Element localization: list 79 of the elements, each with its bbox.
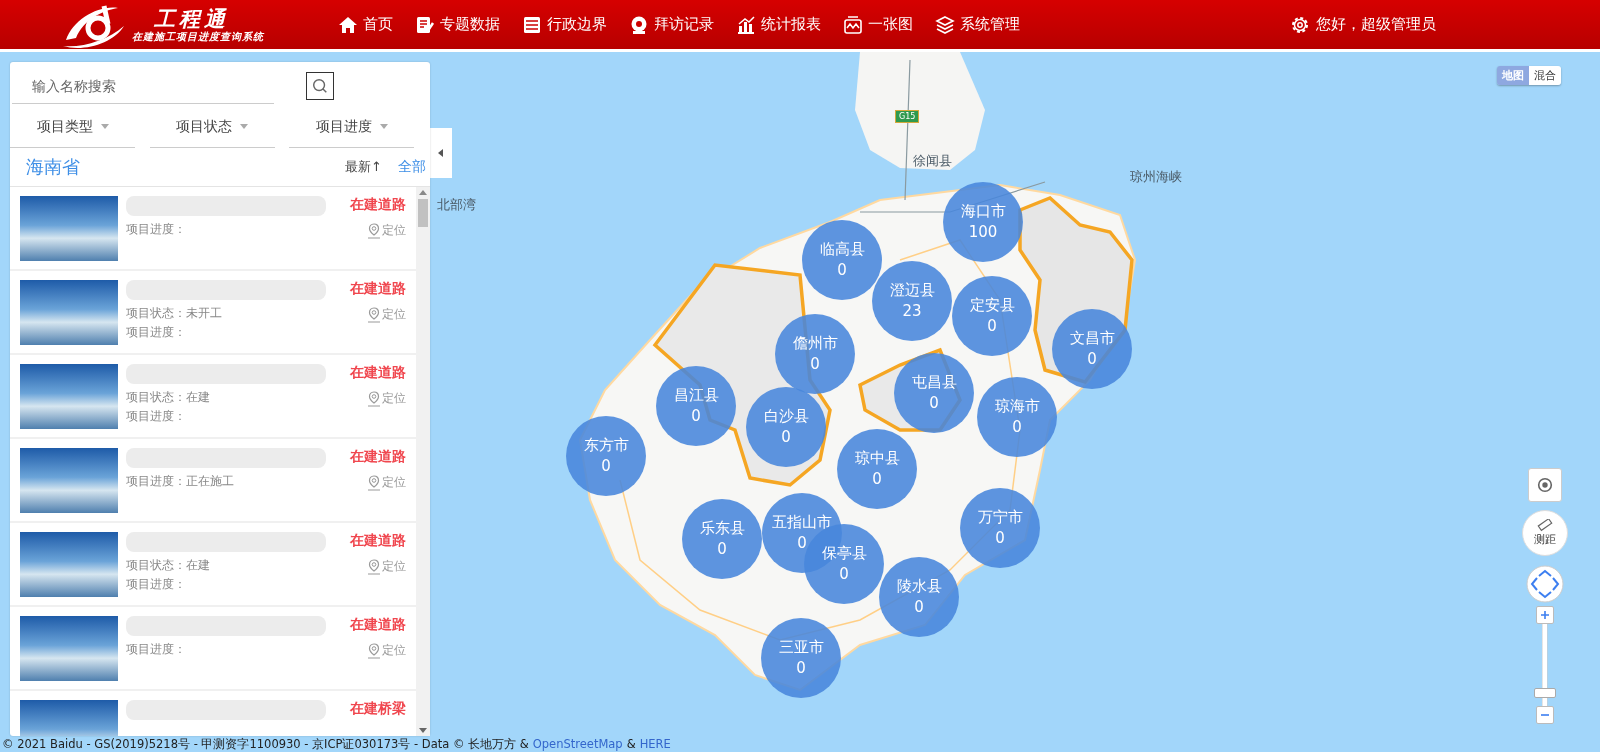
- project-info-text: 项目状态：未开工: [126, 305, 223, 322]
- document-pen-icon: [415, 14, 435, 35]
- caret-down-icon: [100, 124, 109, 129]
- scroll-down-icon[interactable]: [419, 728, 427, 733]
- project-info-text: 项目进度：正在施工: [126, 473, 235, 490]
- category-tag: 在建道路: [350, 280, 406, 298]
- plus-icon: [1540, 610, 1550, 620]
- category-tag: 在建道路: [350, 196, 406, 214]
- nav-link[interactable]: 拜访记录: [629, 14, 714, 35]
- filter-dropdown[interactable]: 项目类型: [10, 106, 135, 148]
- map-place-label: 徐闻县: [913, 152, 952, 170]
- caret-left-icon: [438, 149, 444, 157]
- locate-link[interactable]: 定位: [366, 222, 406, 239]
- category-tag: 在建道路: [350, 448, 406, 466]
- caret-down-icon: [240, 124, 248, 129]
- project-info-text: 项目进度：: [126, 641, 187, 658]
- nav-link[interactable]: 首页: [338, 14, 393, 35]
- location-pin-icon: [366, 642, 382, 659]
- map-type-tab[interactable]: 混合: [1529, 66, 1561, 85]
- sort-link[interactable]: 最新↑: [345, 158, 382, 176]
- location-pin-icon: [366, 222, 382, 239]
- scrollbar-thumb[interactable]: [418, 199, 428, 227]
- nav-link[interactable]: 统计报表: [736, 14, 821, 35]
- region-title: 海南省: [26, 155, 80, 179]
- locate-link[interactable]: 定位: [366, 642, 406, 659]
- project-info-text: 项目进度：: [126, 324, 187, 341]
- category-tag: 在建道路: [350, 616, 406, 634]
- scroll-up-icon[interactable]: [419, 190, 427, 195]
- search-icon: [311, 77, 329, 95]
- cluster-marker[interactable]: 东方市 0: [566, 416, 646, 496]
- location-pin-icon: [366, 390, 382, 407]
- layers-icon: [935, 14, 955, 35]
- project-info-text: 项目状态：在建: [126, 557, 211, 574]
- map-place-label: 琼州海峡: [1130, 168, 1182, 186]
- nav-link[interactable]: 一张图: [843, 14, 913, 35]
- pan-control-icon[interactable]: [1525, 564, 1565, 604]
- project-info-text: 项目进度：: [126, 408, 187, 425]
- show-all-link[interactable]: 全部: [398, 158, 426, 176]
- logo-subtitle: 在建施工项目进度查询系统: [132, 30, 264, 43]
- attribution-link[interactable]: OpenStreetMap: [532, 737, 623, 752]
- bar-chart-icon: [736, 14, 756, 35]
- highway-badge: G15: [895, 110, 920, 123]
- map-attribution: &: [626, 737, 636, 752]
- project-info-text: 项目进度：: [126, 576, 187, 593]
- webcam-icon: [629, 14, 649, 35]
- picture-icon: [843, 14, 863, 35]
- settings-icon: [1290, 14, 1310, 35]
- nav-link[interactable]: 系统管理: [935, 14, 1020, 35]
- location-pin-icon: [366, 558, 382, 575]
- project-info-text: 项目状态：在建: [126, 389, 211, 406]
- category-tag: 在建桥梁: [350, 700, 406, 718]
- location-pin-icon: [366, 474, 382, 491]
- locate-link[interactable]: 定位: [366, 474, 406, 491]
- nav-link[interactable]: 行政边界: [522, 14, 607, 35]
- logo-title: 工程通: [154, 6, 230, 31]
- map-attribution: © 2021 Baidu - GS(2019)5218号 - 甲测资字1100930 - 京ICP证030173号 - Data © 长地万方 &: [2, 737, 529, 752]
- location-pin-icon: [366, 306, 382, 323]
- map-type-tab[interactable]: 地图: [1497, 66, 1529, 85]
- zoom-out-button[interactable]: [1536, 706, 1554, 724]
- search-button[interactable]: [306, 72, 334, 100]
- category-tag: 在建道路: [350, 364, 406, 382]
- locate-button[interactable]: [1528, 468, 1562, 502]
- zoom-in-button[interactable]: [1536, 606, 1554, 624]
- locate-link[interactable]: 定位: [366, 306, 406, 323]
- home-icon: [338, 14, 358, 35]
- project-info-text: 项目进度：: [126, 221, 187, 238]
- list-icon: [522, 14, 542, 35]
- target-icon: [1536, 476, 1554, 494]
- scrollbar[interactable]: [416, 187, 430, 736]
- map-place-label: 北部湾: [437, 196, 476, 214]
- attribution-link[interactable]: HERE: [639, 737, 671, 752]
- ruler-icon: [1536, 519, 1554, 532]
- user-menu[interactable]: 您好，超级管理员: [1290, 14, 1436, 35]
- nav-link[interactable]: 专题数据: [415, 14, 500, 35]
- locate-link[interactable]: 定位: [366, 390, 406, 407]
- caret-down-icon: [379, 124, 388, 129]
- category-tag: 在建道路: [350, 532, 406, 550]
- locate-link[interactable]: 定位: [366, 558, 406, 575]
- measure-button[interactable]: 测距: [1522, 510, 1568, 556]
